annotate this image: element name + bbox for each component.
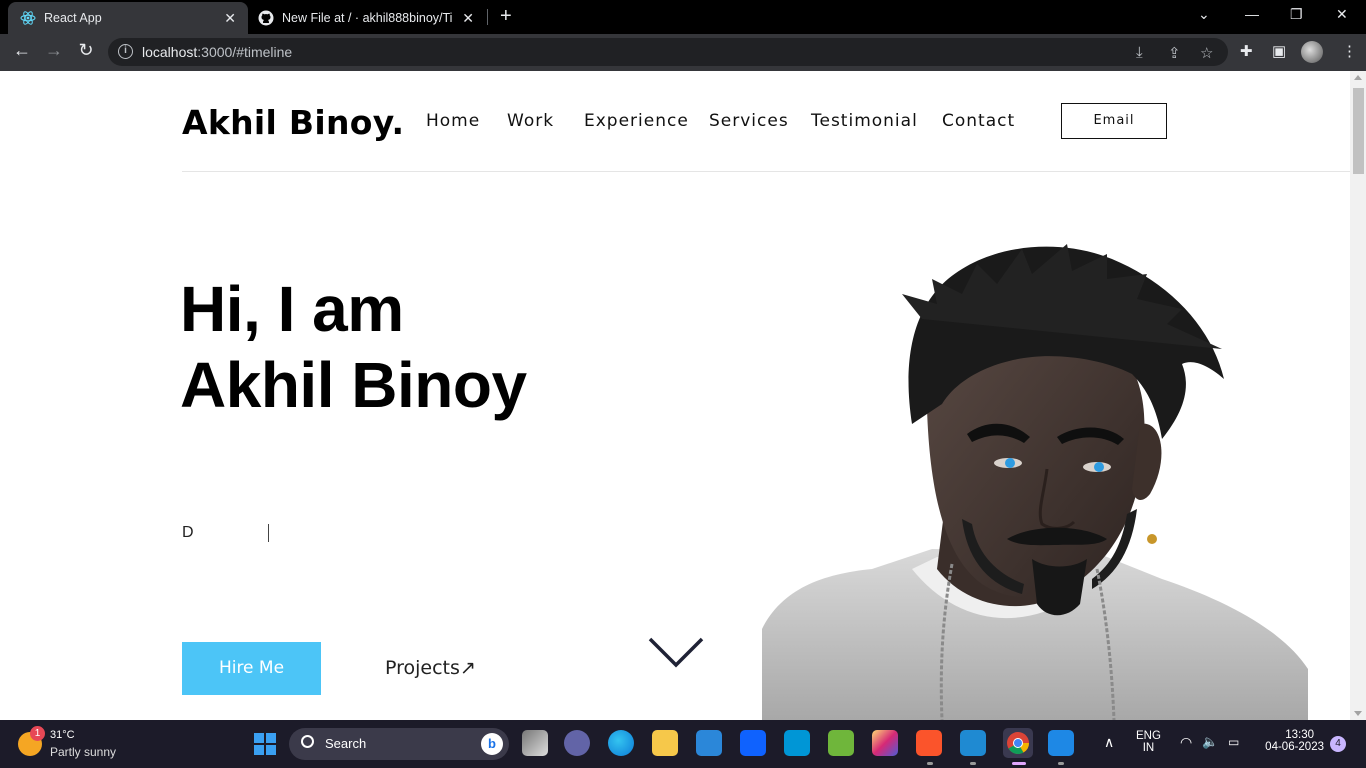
- email-button[interactable]: Email: [1061, 103, 1167, 139]
- windows-start-icon[interactable]: [253, 732, 277, 756]
- chrome-taskbar-button[interactable]: [1003, 728, 1033, 758]
- extensions-puzzle-icon[interactable]: ✚: [1240, 42, 1253, 60]
- hero-title-line-1: Hi, I am: [180, 273, 404, 345]
- nav-services[interactable]: Services: [709, 111, 789, 131]
- page-scrollbar[interactable]: [1350, 71, 1366, 720]
- search-icon: [301, 735, 314, 748]
- battery-icon[interactable]: ▭: [1228, 735, 1239, 749]
- nav-testimonial[interactable]: Testimonial: [811, 111, 918, 131]
- bing-icon[interactable]: b: [481, 733, 503, 755]
- tab-github[interactable]: New File at / · akhil888binoy/Tic- ✕: [250, 2, 486, 34]
- volume-icon[interactable]: 🔈: [1202, 734, 1218, 750]
- teams-meet-icon[interactable]: [564, 730, 590, 756]
- nav-home[interactable]: Home: [426, 111, 480, 131]
- scrollbar-thumb[interactable]: [1353, 88, 1364, 174]
- notification-count-badge[interactable]: 4: [1330, 736, 1346, 752]
- url-text: localhost:3000/#timeline: [142, 44, 293, 60]
- mail-icon[interactable]: [696, 730, 722, 756]
- tab-title: New File at / · akhil888binoy/Tic-: [282, 11, 452, 25]
- wifi-icon[interactable]: ◠: [1180, 734, 1192, 751]
- nav-work[interactable]: Work: [507, 111, 554, 131]
- reload-icon[interactable]: ↻: [74, 40, 98, 61]
- windows-taskbar: 1 31°C Partly sunny Search b ∧ ENG IN ◠ …: [0, 720, 1366, 768]
- active-indicator: [1012, 762, 1026, 765]
- close-window-icon[interactable]: ✕: [1336, 6, 1348, 23]
- clock-date: 04-06-2023: [1265, 741, 1324, 753]
- address-bar[interactable]: i localhost:3000/#timeline ⤓ ⇪ ☆: [108, 38, 1228, 66]
- file-explorer-icon[interactable]: [652, 730, 678, 756]
- chrome-icon: [1007, 732, 1029, 754]
- side-panel-icon[interactable]: ▣: [1272, 42, 1286, 60]
- task-view-icon[interactable]: [522, 730, 548, 756]
- running-indicator: [927, 762, 933, 765]
- close-tab-icon[interactable]: ✕: [224, 10, 236, 27]
- edge-icon[interactable]: [608, 730, 634, 756]
- typewriter-text: D: [182, 524, 194, 541]
- forward-arrow-icon[interactable]: →: [42, 40, 66, 61]
- profile-avatar[interactable]: [1301, 41, 1323, 63]
- running-indicator: [970, 762, 976, 765]
- clock[interactable]: 13:30 04-06-2023: [1258, 729, 1324, 753]
- new-tab-plus-icon[interactable]: +: [500, 5, 512, 28]
- share-icon[interactable]: ⇪: [1168, 44, 1181, 62]
- nav-experience[interactable]: Experience: [584, 111, 689, 131]
- brave-icon[interactable]: [916, 730, 942, 756]
- weather-temperature: 31°C: [50, 729, 75, 741]
- show-hidden-icons-chevron-icon[interactable]: ∧: [1104, 734, 1114, 751]
- dropbox-icon[interactable]: [740, 730, 766, 756]
- bookmark-star-icon[interactable]: ☆: [1200, 44, 1213, 62]
- hero-title: Hi, I am Akhil Binoy: [180, 271, 527, 423]
- tab-search-chevron-icon[interactable]: ⌄: [1198, 6, 1210, 23]
- running-indicator: [1058, 762, 1064, 765]
- github-icon: [258, 10, 274, 26]
- app-s-icon[interactable]: [1048, 730, 1074, 756]
- browser-tab-bar: React App ✕ New File at / · akhil888bino…: [0, 0, 1366, 34]
- tab-title: React App: [44, 11, 102, 25]
- minimize-icon[interactable]: —: [1245, 6, 1259, 22]
- profile-portrait-image: [762, 244, 1308, 720]
- language-code: ENG: [1136, 730, 1161, 742]
- close-tab-icon[interactable]: ✕: [462, 10, 474, 27]
- menu-kebab-icon[interactable]: ⋮: [1342, 42, 1357, 60]
- scroll-down-chevron-icon[interactable]: [648, 635, 704, 671]
- hero-title-line-2: Akhil Binoy: [180, 349, 527, 421]
- scroll-up-arrow-icon[interactable]: [1354, 75, 1362, 80]
- back-arrow-icon[interactable]: ←: [10, 40, 34, 61]
- install-app-icon[interactable]: ⤓: [1136, 44, 1143, 61]
- instagram-icon[interactable]: [872, 730, 898, 756]
- site-info-icon[interactable]: i: [118, 44, 133, 59]
- weather-condition: Partly sunny: [50, 745, 117, 759]
- notepad-plus-icon[interactable]: [828, 730, 854, 756]
- language-indicator[interactable]: ENG IN: [1136, 730, 1161, 754]
- web-page: Akhil Binoy. Home Work Experience Servic…: [0, 71, 1366, 720]
- projects-link[interactable]: Projects↗: [385, 657, 476, 679]
- tab-separator: [487, 9, 488, 25]
- nav-contact[interactable]: Contact: [942, 111, 1015, 131]
- browser-toolbar: ← → ↻ i localhost:3000/#timeline ⤓ ⇪ ☆ ✚…: [0, 34, 1366, 71]
- search-label: Search: [325, 736, 367, 751]
- restore-icon[interactable]: ❐: [1290, 6, 1303, 23]
- clock-time: 13:30: [1285, 729, 1314, 741]
- react-icon: [20, 11, 36, 25]
- myhp-icon[interactable]: [784, 730, 810, 756]
- tab-react-app[interactable]: React App ✕: [8, 2, 248, 34]
- typewriter-cursor: [268, 524, 269, 542]
- taskbar-search-box[interactable]: Search b: [289, 728, 509, 760]
- region-code: IN: [1142, 742, 1155, 754]
- scroll-down-arrow-icon[interactable]: [1354, 711, 1362, 716]
- site-logo[interactable]: Akhil Binoy.: [182, 103, 404, 142]
- header-divider: [182, 171, 1350, 172]
- hire-me-button[interactable]: Hire Me: [182, 642, 321, 695]
- weather-badge: 1: [30, 726, 45, 741]
- vscode-icon[interactable]: [960, 730, 986, 756]
